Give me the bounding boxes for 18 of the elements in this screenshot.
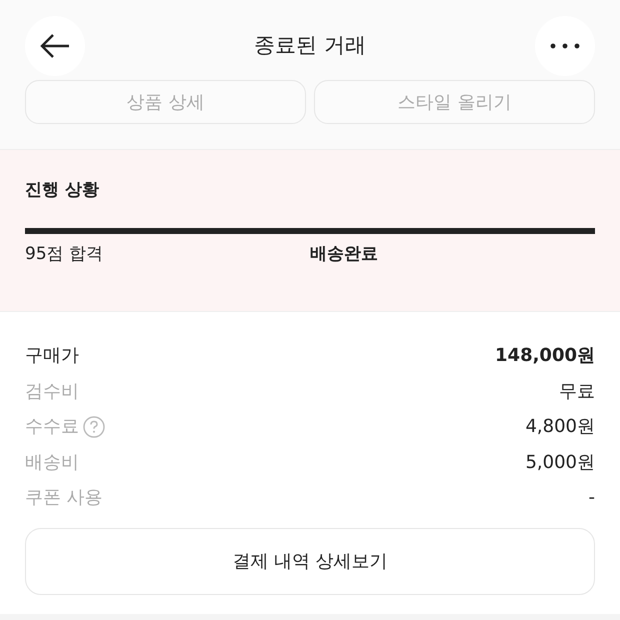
fee-value: - [588, 486, 595, 510]
fee-label: 구매가 [25, 344, 79, 368]
section-title: 진행 상황 [25, 179, 100, 202]
fee-value: 무료 [559, 380, 595, 404]
more-icon [550, 43, 580, 49]
fee-label: 검수비 [25, 380, 79, 404]
fee-value: 5,000원 [525, 450, 595, 475]
back-icon [40, 33, 70, 59]
fee-value: 4,800원 [525, 415, 595, 440]
fee-label: 쿠폰 사용 [25, 486, 103, 510]
payment-details-button[interactable]: 결제 내역 상세보기 [25, 528, 595, 594]
progress-step: 배송완료 [310, 244, 378, 264]
help-icon[interactable] [83, 416, 105, 438]
fee-value: 148,000원 [495, 344, 595, 368]
progress-step: 95점 합격 [25, 244, 104, 264]
fee-label: 배송비 [25, 450, 79, 475]
fee-label: 수수료 [25, 415, 79, 440]
page-title: 종료된 거래 [254, 32, 366, 60]
